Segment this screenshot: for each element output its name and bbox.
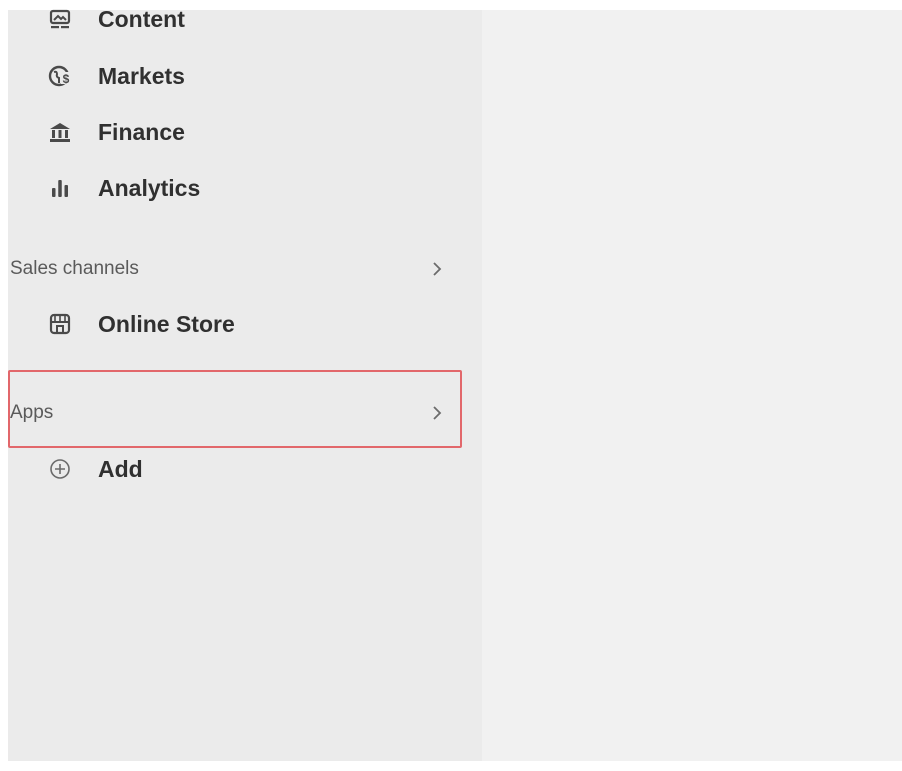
sidebar-item-label: Online Store xyxy=(98,310,235,337)
sidebar: Content $ Markets Finance Analytics Sale… xyxy=(8,6,482,761)
sidebar-item-label: Analytics xyxy=(98,174,201,201)
sidebar-item-label: Finance xyxy=(98,118,185,145)
plus-circle-icon xyxy=(48,457,72,481)
main-content xyxy=(482,10,902,761)
bar-chart-icon xyxy=(48,176,72,200)
sidebar-item-label: Markets xyxy=(98,62,185,89)
sales-channels-header[interactable]: Sales channels xyxy=(8,246,460,292)
apps-header[interactable]: Apps xyxy=(8,390,460,436)
sidebar-item-markets[interactable]: $ Markets xyxy=(8,53,482,99)
globe-dollar-icon: $ xyxy=(48,64,72,88)
sidebar-item-online-store[interactable]: Online Store xyxy=(8,301,482,347)
add-label: Add xyxy=(98,455,143,482)
sidebar-item-analytics[interactable]: Analytics xyxy=(8,165,482,211)
svg-text:$: $ xyxy=(63,72,70,86)
sidebar-item-finance[interactable]: Finance xyxy=(8,109,482,155)
sidebar-item-content[interactable]: Content xyxy=(8,0,482,42)
store-icon xyxy=(48,312,72,336)
add-app-button[interactable]: Add xyxy=(8,446,482,492)
sidebar-item-label: Content xyxy=(98,5,185,32)
bank-icon xyxy=(48,120,72,144)
content-icon xyxy=(48,7,72,31)
section-label: Sales channels xyxy=(10,258,139,279)
chevron-right-icon xyxy=(428,259,446,279)
chevron-right-icon xyxy=(428,403,446,423)
section-label: Apps xyxy=(10,402,54,423)
